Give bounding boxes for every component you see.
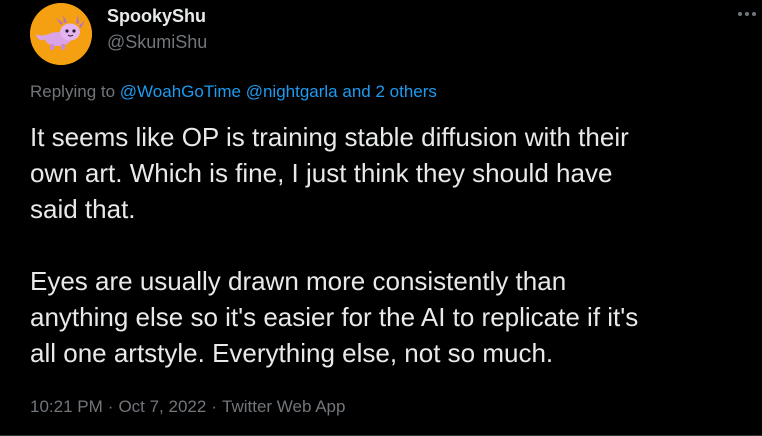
more-horizontal-icon xyxy=(738,12,756,16)
others-link[interactable]: and 2 others xyxy=(342,82,437,101)
tweet-time: 10:21 PM xyxy=(30,397,103,416)
tweet-line: It seems like OP is training stable diff… xyxy=(30,122,629,152)
tweet-metadata: 10:21 PM · Oct 7, 2022 · Twitter Web App xyxy=(30,397,345,417)
avatar[interactable] xyxy=(30,3,92,65)
user-handle[interactable]: @SkumiShu xyxy=(107,32,207,53)
tweet-line: all one artstyle. Everything else, not s… xyxy=(30,338,554,368)
tweet-line: own art. Which is fine, I just think the… xyxy=(30,158,613,188)
timestamp-link[interactable]: 10:21 PM · Oct 7, 2022 xyxy=(30,397,206,416)
separator-dot: · xyxy=(107,397,114,416)
source-app-link[interactable]: Twitter Web App xyxy=(222,397,345,416)
axolotl-avatar-icon xyxy=(30,3,92,65)
separator-dot: · xyxy=(211,397,217,416)
reply-prefix: Replying to xyxy=(30,82,116,101)
display-name[interactable]: SpookyShu xyxy=(107,6,206,27)
tweet-line: said that. xyxy=(30,194,136,224)
tweet-card: SpookyShu @SkumiShu Replying to @WoahGoT… xyxy=(0,0,762,436)
tweet-line: anything else so it's easier for the AI … xyxy=(30,302,639,332)
mention-link-nightgarla[interactable]: @nightgarla xyxy=(246,82,338,101)
more-options-button[interactable] xyxy=(734,2,760,24)
reply-context: Replying to @WoahGoTime @nightgarla and … xyxy=(30,82,437,102)
mention-link-woahgotime[interactable]: @WoahGoTime xyxy=(120,82,241,101)
tweet-text: It seems like OP is training stable diff… xyxy=(30,119,745,371)
tweet-date: Oct 7, 2022 xyxy=(118,397,207,416)
tweet-line: Eyes are usually drawn more consistently… xyxy=(30,266,567,296)
